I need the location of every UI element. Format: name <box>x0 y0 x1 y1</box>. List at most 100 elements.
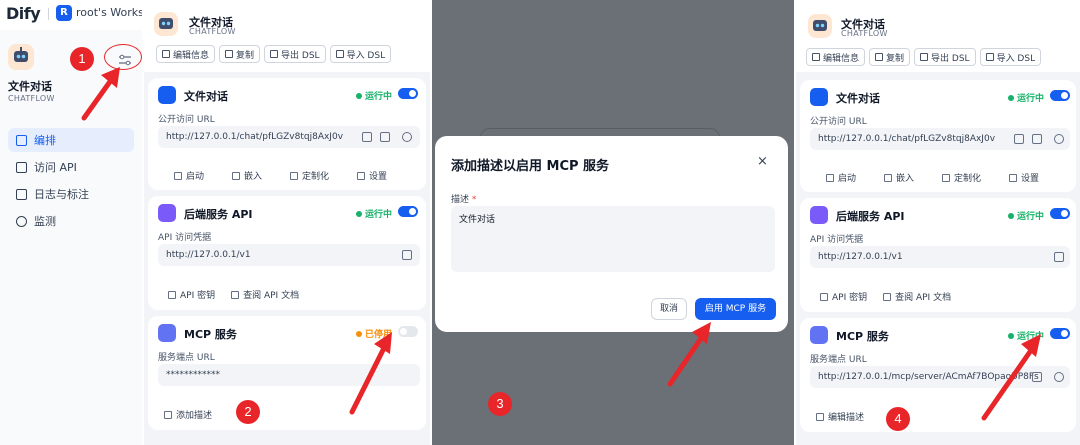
dialog-title: 添加描述以启用 MCP 服务 <box>451 159 610 174</box>
annotation-arrow <box>349 332 392 415</box>
copy-icon[interactable] <box>1054 252 1064 262</box>
button-label: 导出 DSL <box>281 50 320 61</box>
webapp-toggle[interactable] <box>1050 90 1070 101</box>
refresh-icon[interactable] <box>1054 372 1064 382</box>
refresh-icon[interactable] <box>402 132 412 142</box>
qrcode-icon[interactable] <box>1032 134 1042 144</box>
annotation-arrow <box>667 322 711 387</box>
action-label: 设置 <box>1021 174 1040 184</box>
api-docs-button[interactable]: 查阅 API 文档 <box>231 288 299 301</box>
settings-icon <box>357 171 366 180</box>
button-label: 编辑信息 <box>823 53 860 64</box>
copy-button[interactable]: 复制 <box>869 48 911 66</box>
mcp-icon <box>810 326 828 344</box>
key-icon <box>168 290 176 299</box>
embed-icon <box>884 173 893 182</box>
pencil-icon <box>164 410 172 419</box>
customize-button[interactable]: 定制化 <box>942 171 981 184</box>
webapp-toggle[interactable] <box>398 88 418 99</box>
required-mark: * <box>471 195 477 205</box>
webapp-actions: 启动 嵌入 定制化 设置 <box>174 169 387 182</box>
mcp-toggle[interactable] <box>398 326 418 337</box>
webapp-icon <box>810 88 828 106</box>
copy-button[interactable]: 复制 <box>219 45 261 63</box>
field-label: 服务端点 URL <box>158 353 215 363</box>
copy-icon <box>225 50 234 58</box>
step-badge-4: 4 <box>886 407 910 431</box>
cancel-button[interactable]: 取消 <box>651 298 687 320</box>
status-badge: 运行中 <box>356 207 392 220</box>
backend-api-card: 后端服务 API 运行中 API 访问凭据 http://127.0.0.1/v… <box>800 198 1076 312</box>
api-url-field[interactable]: http://127.0.0.1/v1 <box>810 246 1070 268</box>
embed-button[interactable]: 嵌入 <box>884 171 914 184</box>
api-key-button[interactable]: API 密钥 <box>820 290 867 303</box>
export-dsl-button[interactable]: 导出 DSL <box>264 45 326 63</box>
nav-item-logs[interactable]: 日志与标注 <box>8 182 134 206</box>
button-label: 导出 DSL <box>931 53 970 64</box>
status-text: 运行中 <box>1017 212 1045 222</box>
copy-icon[interactable] <box>1014 134 1024 144</box>
refresh-icon[interactable] <box>1054 134 1064 144</box>
enable-mcp-button[interactable]: 启用 MCP 服务 <box>695 298 776 320</box>
nav-item-api[interactable]: 访问 API <box>8 155 134 179</box>
customize-button[interactable]: 定制化 <box>290 169 329 182</box>
layout-icon <box>16 134 27 146</box>
button-label: 导入 DSL <box>996 53 1036 64</box>
webapp-actions: 启动 嵌入 定制化 设置 <box>826 171 1039 184</box>
button-label: 导入 DSL <box>346 50 386 61</box>
customize-icon <box>290 171 299 180</box>
edit-info-button[interactable]: 编辑信息 <box>806 48 866 66</box>
backend-toggle[interactable] <box>1050 208 1070 219</box>
overview-panel-after: 文件对话 CHATFLOW 编辑信息 复制 导出 DSL 导入 DSL 文件对话… <box>796 0 1080 445</box>
action-label: 定制化 <box>954 174 982 184</box>
dify-logo[interactable]: Dify <box>6 4 41 23</box>
mcp-modal-panel: 添加描述以启用 MCP 服务 × 描述 * 文件对话 取消 启用 MCP 服务 … <box>432 0 794 445</box>
status-dot <box>356 92 362 99</box>
description-textarea[interactable]: 文件对话 <box>451 206 775 272</box>
nav-item-orchestrate[interactable]: 编排 <box>8 128 134 152</box>
customize-icon <box>942 173 951 182</box>
annotation-arrow <box>981 334 1041 421</box>
workspace-name[interactable]: root's Workspace <box>76 6 142 19</box>
qrcode-icon[interactable] <box>380 132 390 142</box>
embed-button[interactable]: 嵌入 <box>232 169 262 182</box>
webapp-card: 文件对话 运行中 公开访问 URL http://127.0.0.1/chat/… <box>800 80 1076 192</box>
export-dsl-button[interactable]: 导出 DSL <box>914 48 976 66</box>
import-dsl-button[interactable]: 导入 DSL <box>979 48 1042 66</box>
terminal-icon <box>16 161 27 173</box>
field-label: 公开访问 URL <box>158 115 215 125</box>
card-title: 后端服务 API <box>836 210 905 223</box>
enable-mcp-dialog: 添加描述以启用 MCP 服务 × 描述 * 文件对话 取消 启用 MCP 服务 <box>435 136 788 332</box>
app-robot-icon <box>8 44 34 70</box>
launch-button[interactable]: 启动 <box>174 169 204 182</box>
add-description-button[interactable]: 添加描述 <box>164 408 212 421</box>
button-label: 复制 <box>886 53 905 64</box>
app-name: 文件对话 <box>8 80 52 93</box>
action-label: 查阅 API 文档 <box>895 293 952 303</box>
api-docs-button[interactable]: 查阅 API 文档 <box>883 290 951 303</box>
public-url-field[interactable]: http://127.0.0.1/chat/pfLGZv8tqj8AxJ0v <box>810 128 1070 150</box>
nav-item-monitor[interactable]: 监测 <box>8 209 134 233</box>
api-key-button[interactable]: API 密钥 <box>168 288 215 301</box>
pencil-icon <box>162 50 170 58</box>
action-label: 定制化 <box>302 172 330 182</box>
settings-button[interactable]: 设置 <box>1009 171 1039 184</box>
copy-icon <box>875 53 884 61</box>
status-dot <box>1008 212 1014 219</box>
api-url-field[interactable]: http://127.0.0.1/v1 <box>158 244 420 266</box>
status-dot <box>1008 94 1014 101</box>
edit-info-button[interactable]: 编辑信息 <box>156 45 216 63</box>
settings-button[interactable]: 设置 <box>357 169 387 182</box>
copy-icon[interactable] <box>362 132 372 142</box>
action-label: 编辑描述 <box>828 413 865 423</box>
workspace-avatar[interactable]: R <box>56 5 72 21</box>
close-icon[interactable]: × <box>757 154 768 169</box>
mcp-toggle[interactable] <box>1050 328 1070 339</box>
nav-label: 日志与标注 <box>34 188 89 201</box>
copy-icon[interactable] <box>402 250 412 260</box>
status-dot <box>356 210 362 217</box>
import-dsl-button[interactable]: 导入 DSL <box>329 45 392 63</box>
edit-description-button[interactable]: 编辑描述 <box>816 410 864 423</box>
launch-button[interactable]: 启动 <box>826 171 856 184</box>
backend-toggle[interactable] <box>398 206 418 217</box>
